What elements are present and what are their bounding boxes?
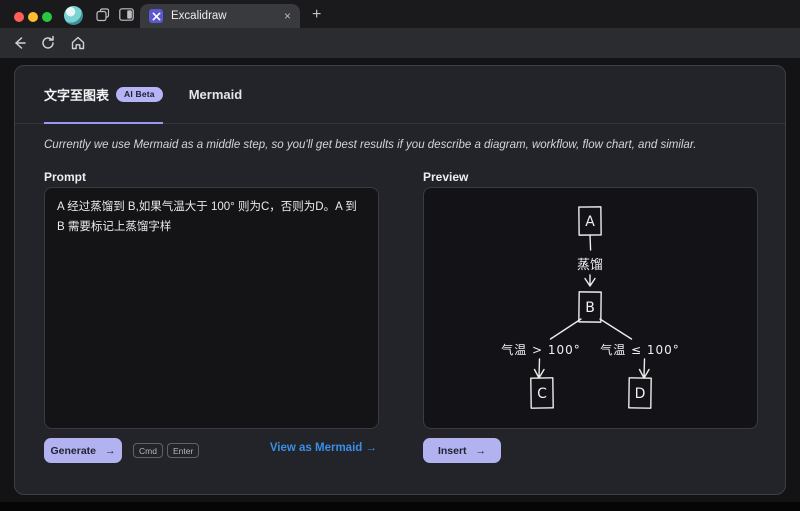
- new-tab-button[interactable]: +: [312, 6, 321, 24]
- tab-title: Excalidraw: [171, 10, 276, 22]
- dialog-description: Currently we use Mermaid as a middle ste…: [44, 139, 756, 151]
- edge-a-b-arrowhead: [585, 275, 595, 286]
- preview-label: Preview: [423, 170, 468, 184]
- tab-mermaid[interactable]: Mermaid: [189, 66, 242, 123]
- sidebar-toggle-icon[interactable]: [119, 8, 134, 21]
- ai-beta-badge: AI Beta: [116, 87, 163, 102]
- node-b-label: B: [585, 300, 595, 316]
- generate-button[interactable]: Generate →: [44, 438, 122, 463]
- browser-toolbar: https://draw.kwok.ink ⋯: [0, 28, 800, 58]
- tab-text-to-diagram[interactable]: 文字至图表 AI Beta: [44, 66, 163, 124]
- node-a-label: A: [585, 214, 595, 230]
- prompt-label: Prompt: [44, 170, 86, 184]
- view-as-mermaid-link[interactable]: View as Mermaid →: [270, 442, 377, 454]
- edge-b-c-line: [551, 319, 582, 339]
- home-icon[interactable]: [70, 35, 86, 51]
- edge-b-d-arrowhead: [640, 359, 650, 378]
- maximize-window-button[interactable]: [42, 12, 52, 22]
- profile-avatar[interactable]: [64, 6, 83, 25]
- minimize-window-button[interactable]: [28, 12, 38, 22]
- back-icon[interactable]: [11, 35, 27, 51]
- close-window-button[interactable]: [14, 12, 24, 22]
- tab-mermaid-label: Mermaid: [189, 87, 242, 102]
- edge-b-c-arrowhead: [535, 359, 545, 378]
- insert-button[interactable]: Insert →: [423, 438, 501, 463]
- edge-a-b-line: [590, 235, 591, 250]
- node-c-label: C: [537, 386, 547, 402]
- edge-b-d-label: 气温 ≤ 100°: [600, 342, 680, 357]
- edge-b-d-line: [600, 319, 632, 339]
- edge-a-b-label: 蒸馏: [577, 258, 603, 273]
- text-to-diagram-dialog: 文字至图表 AI Beta Mermaid Currently we use M…: [14, 65, 786, 495]
- node-d-label: D: [635, 386, 646, 402]
- browser-tab-excalidraw[interactable]: Excalidraw ×: [140, 4, 300, 28]
- shortcut-hint: Cmd Enter: [133, 443, 199, 458]
- insert-button-label: Insert: [438, 445, 467, 457]
- generate-arrow-icon: →: [105, 445, 116, 457]
- excalidraw-favicon-icon: [149, 9, 163, 23]
- workspaces-icon[interactable]: [96, 8, 110, 22]
- insert-arrow-icon: →: [476, 445, 487, 457]
- cmd-key-hint: Cmd: [133, 443, 163, 458]
- diagram-preview-canvas: A 蒸馏 B 气温 > 100° C 气温 ≤ 100°: [423, 187, 758, 429]
- edge-b-c-label: 气温 > 100°: [501, 342, 581, 357]
- dialog-tab-bar: 文字至图表 AI Beta Mermaid: [15, 66, 785, 124]
- generate-button-label: Generate: [50, 445, 96, 457]
- tab-strip: Excalidraw × +: [0, 0, 800, 28]
- tab-close-icon[interactable]: ×: [284, 10, 291, 22]
- browser-window: Excalidraw × + https://draw.kwok.ink: [0, 0, 800, 511]
- window-bottom-edge: [0, 502, 800, 511]
- enter-key-hint: Enter: [167, 443, 199, 458]
- tab-text-to-diagram-label: 文字至图表: [44, 85, 109, 104]
- prompt-textarea[interactable]: A 经过蒸馏到 B,如果气温大于 100° 则为C，否则为D。A 到 B 需要标…: [44, 187, 379, 429]
- reload-icon[interactable]: [40, 35, 56, 51]
- flowchart-diagram: A 蒸馏 B 气温 > 100° C 气温 ≤ 100°: [424, 188, 757, 428]
